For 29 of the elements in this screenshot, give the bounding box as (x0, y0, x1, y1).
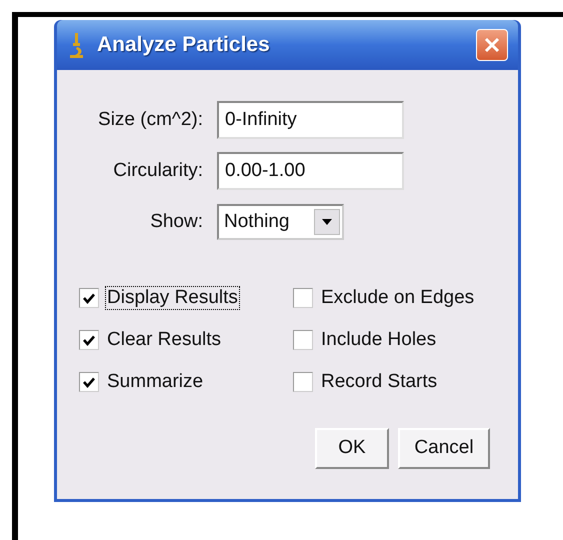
checkbox[interactable] (79, 288, 99, 308)
checkbox-label: Include Holes (320, 328, 438, 352)
checkbox[interactable] (79, 330, 99, 350)
dialog-button[interactable]: OK (315, 428, 389, 469)
text-field[interactable]: 0-Infinity (217, 101, 404, 139)
window-title: Analyze Particles (97, 32, 270, 58)
checkbox-label: Record Starts (320, 370, 438, 394)
checkbox-label: Display Results (105, 286, 240, 310)
checkbox[interactable] (293, 372, 313, 392)
checkbox-label: Exclude on Edges (320, 286, 476, 310)
field-label: Size (cm^2): (97, 108, 204, 132)
check-icon (83, 292, 95, 304)
dropdown[interactable]: Nothing (217, 204, 344, 240)
check-icon (83, 334, 95, 346)
checkbox[interactable] (293, 330, 313, 350)
field-label: Show: (149, 210, 204, 234)
microscope-icon (67, 31, 85, 59)
close-icon (484, 37, 500, 53)
caret-icon (322, 219, 332, 225)
text-field[interactable]: 0.00-1.00 (217, 152, 404, 190)
dialog-button[interactable]: Cancel (398, 428, 490, 469)
checkbox-label: Clear Results (106, 328, 222, 352)
dropdown-arrow-button[interactable] (314, 209, 340, 235)
checkbox[interactable] (293, 288, 313, 308)
checkbox-label: Summarize (106, 370, 204, 394)
checkbox[interactable] (79, 372, 99, 392)
check-icon (83, 376, 95, 388)
close-button[interactable] (476, 29, 508, 61)
field-label: Circularity: (112, 158, 204, 183)
